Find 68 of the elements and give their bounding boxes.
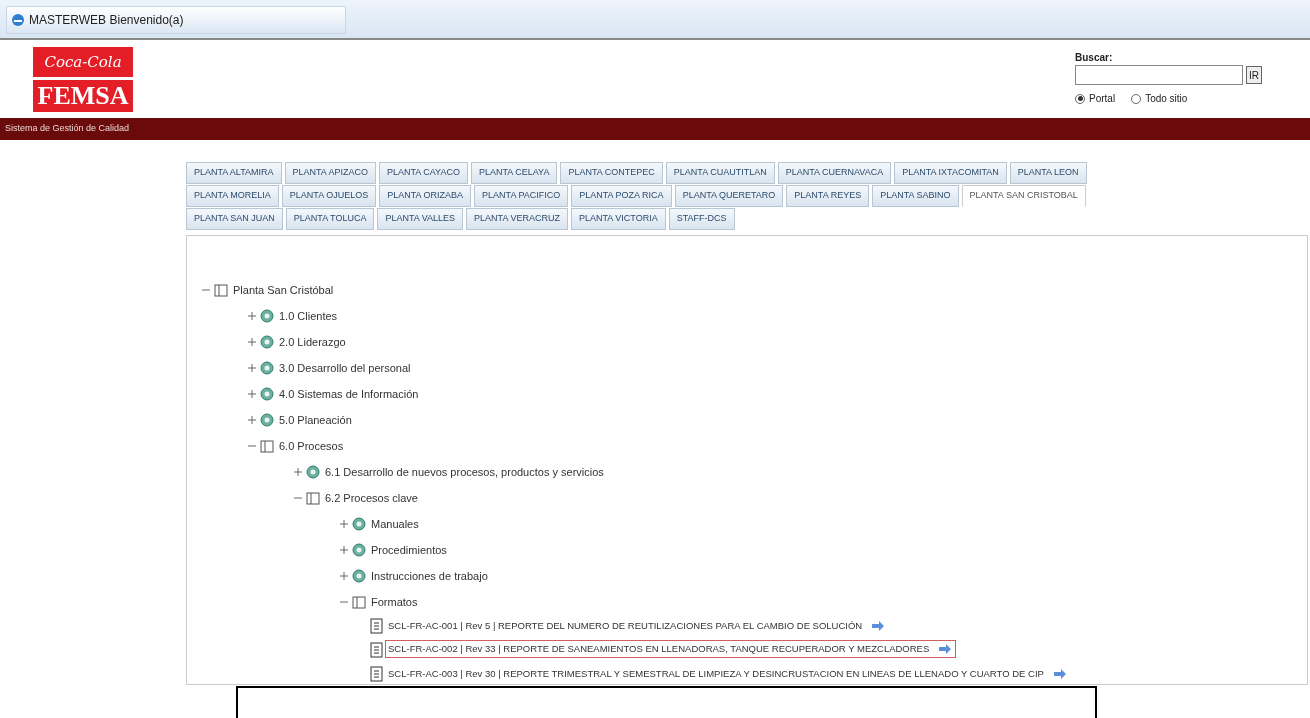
tree-node-label[interactable]: Manuales xyxy=(371,515,419,532)
plant-tab[interactable]: PLANTA CUAUTITLAN xyxy=(665,162,775,184)
plant-tab[interactable]: PLANTA APIZACO xyxy=(284,162,376,184)
search-label: Buscar: xyxy=(1075,51,1114,65)
logo: Coca-Cola FEMSA xyxy=(33,47,133,118)
gear-folder-icon xyxy=(351,516,367,532)
plant-tab[interactable]: PLANTA PACIFICO xyxy=(474,185,569,207)
banner-text: Sistema de Gestión de Calidad xyxy=(5,122,130,136)
search-field[interactable] xyxy=(1075,65,1243,85)
gear-folder-icon xyxy=(259,412,275,428)
tree-node-label[interactable]: 6.0 Procesos xyxy=(279,437,344,454)
tree-node-label[interactable]: 6.1 Desarrollo de nuevos procesos, productos y servicios xyxy=(325,463,604,480)
plant-tab[interactable]: PLANTA SAN JUAN xyxy=(186,208,283,230)
document-icon xyxy=(369,666,385,682)
tree-node-label[interactable]: Instrucciones de trabajo xyxy=(371,567,488,584)
plant-tab[interactable]: PLANTA POZA RICA xyxy=(571,185,672,207)
book-icon xyxy=(305,490,321,506)
gear-folder-icon xyxy=(351,568,367,584)
tree-node-label[interactable]: 5.0 Planeación xyxy=(279,411,352,428)
gear-folder-icon xyxy=(259,334,275,350)
book-icon xyxy=(351,594,367,610)
document-icon xyxy=(369,618,385,634)
document-link[interactable]: SCL-FR-AC-001 | Rev 5 | REPORTE DEL NUMERO DE REUTILIZACIONES PARA EL CAMBIO DE SOLUCIÓN xyxy=(385,618,890,634)
plant-tab[interactable]: PLANTA VALLES xyxy=(377,208,464,230)
document-icon xyxy=(369,642,385,658)
plant-tab[interactable]: PLANTA VICTORIA xyxy=(570,208,666,230)
gear-folder-icon xyxy=(259,308,275,324)
scope-radio[interactable]: Portal xyxy=(1075,91,1116,106)
document-link[interactable]: SCL-FR-AC-003 | Rev 30 | REPORTE TRIMESTRAL Y SEMESTRAL DE LIMPIEZA Y DESINCRUSTACION EN LINEAS DE LLENADO Y CUARTO DE CIP xyxy=(385,666,1071,682)
plant-tab[interactable]: PLANTA ALTAMIRA xyxy=(186,162,282,184)
tree-node-label[interactable]: 1.0 Clientes xyxy=(279,307,338,324)
book-icon xyxy=(213,282,229,298)
tree-node-label[interactable]: 6.2 Procesos clave xyxy=(325,489,418,506)
plant-tab[interactable]: PLANTA CONTEPEC xyxy=(560,162,663,184)
gear-folder-icon xyxy=(259,360,275,376)
plant-tab[interactable]: PLANTA VERACRUZ xyxy=(466,208,568,230)
plant-tab[interactable]: PLANTA CUERNAVACA xyxy=(777,162,892,184)
plant-tab[interactable]: PLANTA TOLUCA xyxy=(285,208,375,230)
tree-node-label[interactable]: Procedimientos xyxy=(371,541,447,558)
plant-tab[interactable]: PLANTA CELAYA xyxy=(470,162,558,184)
plant-tab[interactable]: PLANTA IXTACOMITAN xyxy=(894,162,1007,184)
plant-tab[interactable]: PLANTA REYES xyxy=(786,185,870,207)
plant-tab[interactable]: PLANTA SAN CRISTOBAL xyxy=(961,185,1086,207)
plant-tab[interactable]: PLANTA LEON xyxy=(1009,162,1087,184)
tree-node-label[interactable]: Planta San Cristóbal xyxy=(233,281,334,298)
tree-node-label[interactable]: Formatos xyxy=(371,593,418,610)
plant-tab[interactable]: PLANTA SABINO xyxy=(872,185,959,207)
plant-tab[interactable]: PLANTA ORIZABA xyxy=(379,185,472,207)
plant-tab[interactable]: PLANTA OJUELOS xyxy=(281,185,377,207)
link-arrow-icon xyxy=(937,641,954,657)
browser-icon xyxy=(11,13,25,27)
plant-tab[interactable]: PLANTA MORELIA xyxy=(186,185,279,207)
book-icon xyxy=(259,438,275,454)
gear-folder-icon xyxy=(305,464,321,480)
plant-tab[interactable]: PLANTA CAYACO xyxy=(378,162,468,184)
gear-folder-icon xyxy=(259,386,275,402)
tree-node-label[interactable]: 2.0 Liderazgo xyxy=(279,333,346,350)
document-link[interactable]: SCL-FR-AC-002 | Rev 33 | REPORTE DE SANEAMIENTOS EN LLENADORAS, TANQUE RECUPERADOR Y MEZCLADORES xyxy=(385,640,957,658)
scope-radio[interactable]: Todo sitio xyxy=(1131,91,1188,106)
link-arrow-icon xyxy=(1051,666,1068,682)
browser-tab[interactable]: MASTERWEB Bienvenido(a) xyxy=(6,6,346,34)
gear-folder-icon xyxy=(351,542,367,558)
search-button[interactable]: IR xyxy=(1246,66,1262,84)
tree-node-label[interactable]: 3.0 Desarrollo del personal xyxy=(279,359,411,376)
tree-node-label[interactable]: 4.0 Sistemas de Información xyxy=(279,385,419,402)
link-arrow-icon xyxy=(870,618,887,634)
plant-tab[interactable]: PLANTA QUERETARO xyxy=(674,185,784,207)
plant-tab[interactable]: STAFF-DCS xyxy=(668,208,735,230)
